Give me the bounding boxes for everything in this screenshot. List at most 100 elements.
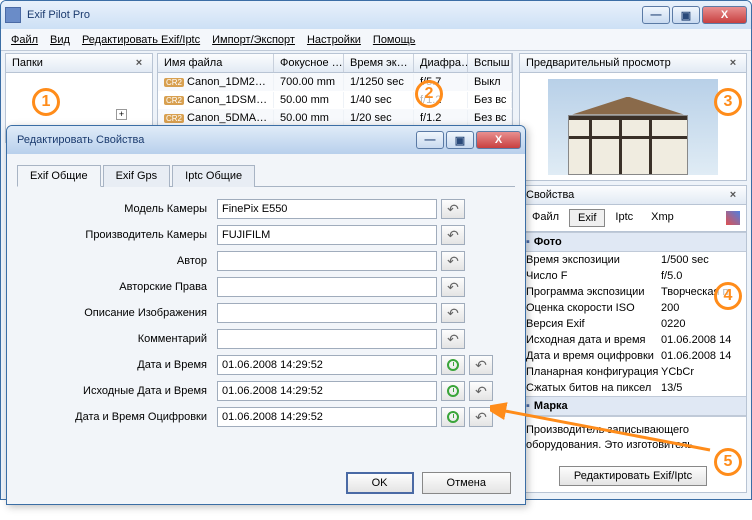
file-col-header[interactable]: Диафра… (414, 54, 468, 72)
close-button[interactable]: X (702, 6, 747, 24)
property-row[interactable]: Число Ff/5.0 (520, 268, 746, 284)
tree-expand-icon[interactable]: + (116, 109, 127, 120)
form-input[interactable] (217, 277, 437, 297)
form-row: Дата и Время Оцифровки ↶ (17, 407, 515, 427)
file-row[interactable]: CR2Canon_1DSM…50.00 mm1/40 secf/1.2Без в… (158, 91, 512, 109)
datetime-picker-button[interactable] (441, 355, 465, 375)
file-cell: 50.00 mm (274, 110, 344, 126)
menu-view[interactable]: Вид (46, 32, 74, 48)
revert-button[interactable]: ↶ (441, 199, 465, 219)
property-value: 0220 (661, 318, 740, 330)
color-settings-icon[interactable] (726, 211, 740, 225)
file-row[interactable]: CR2Canon_1DM2…700.00 mm1/1250 secf/5.7Вы… (158, 73, 512, 91)
menu-file[interactable]: Файл (7, 32, 42, 48)
property-row[interactable]: Программа экспозицииТворческая п (520, 284, 746, 300)
menu-settings[interactable]: Настройки (303, 32, 365, 48)
main-titlebar[interactable]: Exif Pilot Pro — ▣ X (1, 1, 751, 29)
property-row[interactable]: Оценка скорости ISO200 (520, 300, 746, 316)
dialog-titlebar[interactable]: Редактировать Свойства — ▣ X (7, 126, 525, 154)
props-tab-xmp[interactable]: Xmp (643, 209, 682, 227)
properties-close-icon[interactable]: × (726, 189, 740, 201)
file-col-header[interactable]: Имя файла (158, 54, 274, 72)
property-row[interactable]: Версия Exif0220 (520, 316, 746, 332)
revert-button[interactable]: ↶ (469, 381, 493, 401)
property-value: 01.06.2008 14 (661, 334, 740, 346)
props-tab-exif[interactable]: Exif (569, 209, 605, 227)
file-col-header[interactable]: Время эк… (344, 54, 414, 72)
revert-button[interactable]: ↶ (441, 329, 465, 349)
preview-close-icon[interactable]: × (726, 57, 740, 69)
form-label: Автор (17, 255, 217, 267)
undo-icon: ↶ (447, 331, 459, 348)
folders-close-icon[interactable]: × (132, 57, 146, 69)
minimize-button[interactable]: — (642, 6, 670, 24)
revert-button[interactable]: ↶ (469, 407, 493, 427)
properties-header: Свойства × (519, 185, 747, 205)
form-input[interactable] (217, 225, 437, 245)
property-key: Дата и время оцифровки (526, 350, 661, 362)
menubar: Файл Вид Редактировать Exif/Iptc Импорт/… (1, 29, 751, 51)
annotation-badge-4: 4 (714, 282, 742, 310)
ok-button[interactable]: OK (346, 472, 414, 494)
props-group-make[interactable]: Марка (520, 396, 746, 416)
property-row[interactable]: Планарная конфигурацияYCbCr (520, 364, 746, 380)
form-label: Дата и Время (17, 359, 217, 371)
undo-icon: ↶ (475, 357, 487, 374)
menu-help[interactable]: Помощь (369, 32, 420, 48)
props-group-photo[interactable]: Фото (520, 232, 746, 252)
props-tab-file[interactable]: Файл (524, 209, 567, 227)
properties-title: Свойства (526, 189, 574, 201)
properties-body: Фото Время экспозиции1/500 secЧисло Ff/5… (519, 232, 747, 493)
property-key: Оценка скорости ISO (526, 302, 661, 314)
file-col-header[interactable]: Вспыш… (468, 54, 512, 72)
revert-button[interactable]: ↶ (441, 277, 465, 297)
revert-button[interactable]: ↶ (469, 355, 493, 375)
menu-import-export[interactable]: Импорт/Экспорт (208, 32, 299, 48)
file-cell: CR2Canon_5DMA… (158, 110, 274, 126)
app-title: Exif Pilot Pro (27, 9, 642, 21)
maximize-button[interactable]: ▣ (672, 6, 700, 24)
form-input[interactable] (217, 381, 437, 401)
folders-header: Папки × (5, 53, 153, 73)
datetime-picker-button[interactable] (441, 407, 465, 427)
form-row: Модель Камеры↶ (17, 199, 515, 219)
annotation-badge-2: 2 (415, 80, 443, 108)
dialog-title: Редактировать Свойства (11, 134, 416, 146)
menu-edit-exif[interactable]: Редактировать Exif/Iptc (78, 32, 204, 48)
file-cell: CR2Canon_1DM2… (158, 74, 274, 90)
dialog-maximize-button[interactable]: ▣ (446, 131, 474, 149)
form-input[interactable] (217, 303, 437, 323)
property-row[interactable]: Время экспозиции1/500 sec (520, 252, 746, 268)
revert-button[interactable]: ↶ (441, 251, 465, 271)
form-input[interactable] (217, 355, 437, 375)
properties-tabs: Файл Exif Iptc Xmp (519, 205, 747, 232)
edit-exif-button[interactable]: Редактировать Exif/Iptc (559, 466, 707, 486)
form-label: Описание Изображения (17, 307, 217, 319)
revert-button[interactable]: ↶ (441, 225, 465, 245)
dialog-minimize-button[interactable]: — (416, 131, 444, 149)
file-list-header: Имя файлаФокусное …Время эк…Диафра…Вспыш… (157, 53, 513, 73)
cancel-button[interactable]: Отмена (422, 472, 511, 494)
form-input[interactable] (217, 251, 437, 271)
property-key: Число F (526, 270, 661, 282)
form-input[interactable] (217, 407, 437, 427)
form-input[interactable] (217, 199, 437, 219)
file-cell: 1/1250 sec (344, 74, 414, 90)
tab-exif-gps[interactable]: Exif Gps (103, 165, 171, 187)
property-row[interactable]: Дата и время оцифровки01.06.2008 14 (520, 348, 746, 364)
form-input[interactable] (217, 329, 437, 349)
form-label: Исходные Дата и Время (17, 385, 217, 397)
file-col-header[interactable]: Фокусное … (274, 54, 344, 72)
revert-button[interactable]: ↶ (441, 303, 465, 323)
property-row[interactable]: Сжатых битов на пиксел13/5 (520, 380, 746, 396)
annotation-badge-3: 3 (714, 88, 742, 116)
tab-exif-general[interactable]: Exif Общие (17, 165, 101, 187)
datetime-picker-button[interactable] (441, 381, 465, 401)
dialog-close-button[interactable]: X (476, 131, 521, 149)
tab-iptc-general[interactable]: Iptc Общие (172, 165, 255, 187)
props-tab-iptc[interactable]: Iptc (607, 209, 641, 227)
property-row[interactable]: Исходная дата и время01.06.2008 14 (520, 332, 746, 348)
form-label: Дата и Время Оцифровки (17, 411, 217, 423)
file-list-body[interactable]: CR2Canon_1DM2…700.00 mm1/1250 secf/5.7Вы… (157, 73, 513, 128)
clock-icon (447, 359, 459, 371)
